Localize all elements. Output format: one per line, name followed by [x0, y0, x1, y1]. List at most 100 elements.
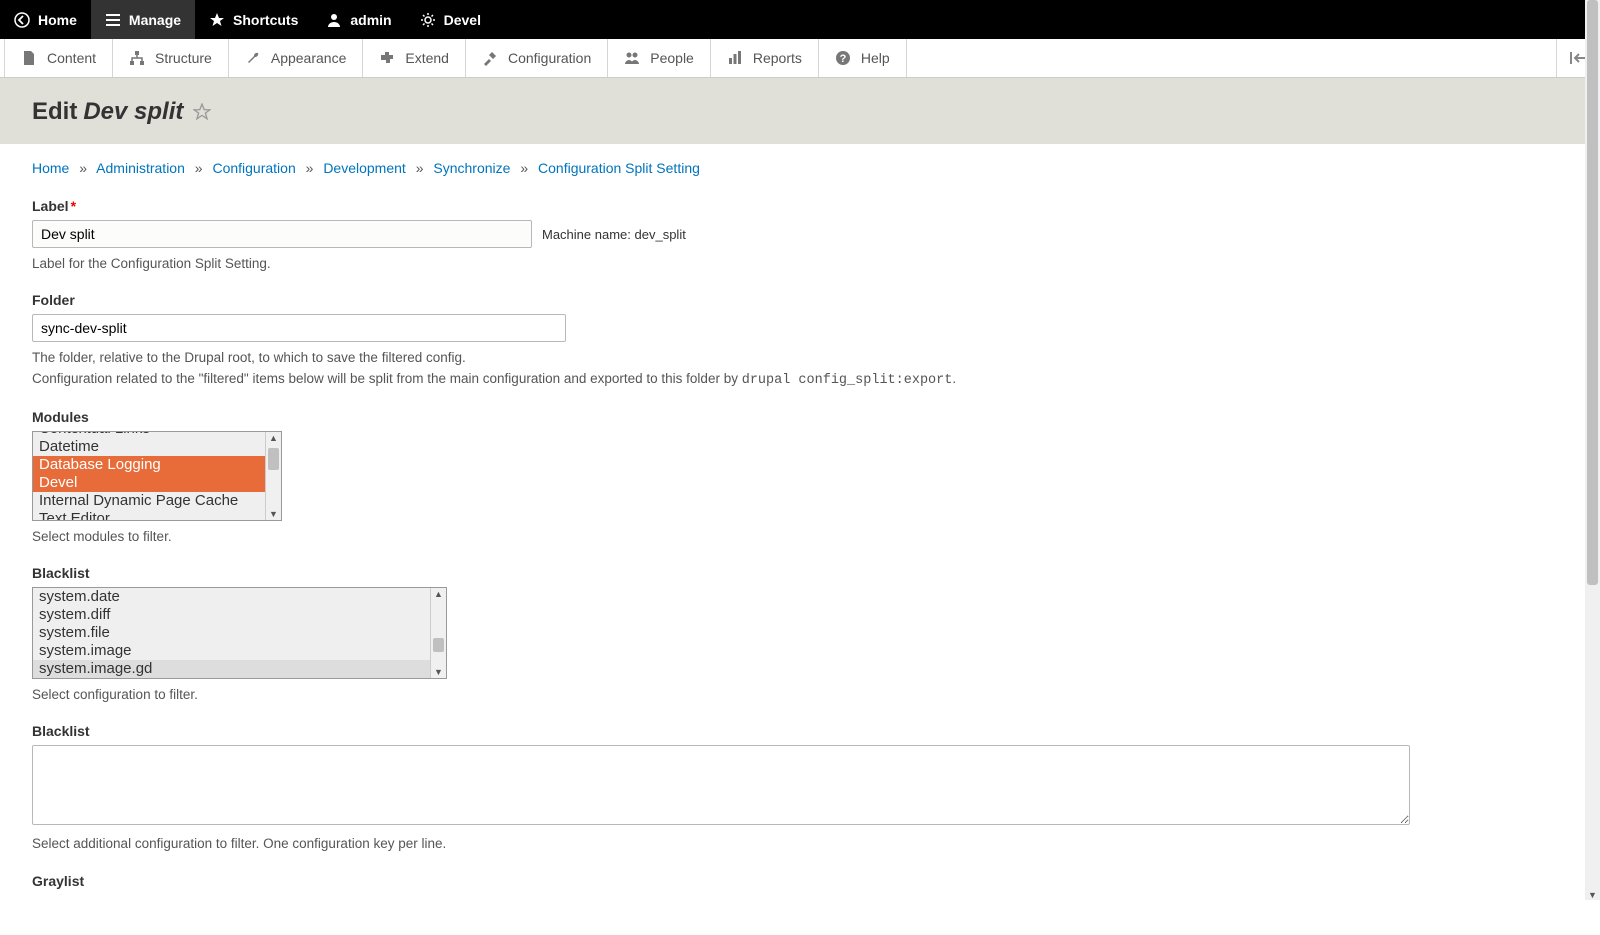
gear-icon	[420, 12, 436, 28]
blacklist-option[interactable]: system.date	[33, 588, 430, 606]
toolbar-manage-label: Manage	[129, 12, 181, 28]
folder-label: Folder	[32, 292, 1568, 308]
page-scroll-down-icon[interactable]: ▼	[1585, 890, 1600, 900]
folder-desc2a: Configuration related to the "filtered" …	[32, 371, 742, 386]
tab-appearance-label: Appearance	[271, 50, 347, 66]
blacklist-scrollbar[interactable]: ▲ ▼	[430, 588, 446, 678]
folder-desc-line2: Configuration related to the "filtered" …	[32, 369, 1568, 391]
modules-select[interactable]: Contextual Links Datetime Database Loggi…	[32, 431, 282, 521]
form-item-blacklist-text: Blacklist Select additional configuratio…	[32, 723, 1568, 854]
form-item-blacklist-select: Blacklist system.date system.diff system…	[32, 565, 1568, 705]
blacklist-option[interactable]: system.image	[33, 642, 430, 660]
breadcrumb-development[interactable]: Development	[323, 160, 406, 176]
page-title-name: Dev split	[83, 98, 183, 126]
toolbar-devel[interactable]: Devel	[406, 0, 495, 39]
bars-icon	[727, 50, 743, 66]
breadcrumb-sep: »	[520, 160, 528, 176]
tab-help[interactable]: ? Help	[819, 39, 907, 77]
svg-text:?: ?	[840, 53, 847, 65]
user-icon	[326, 12, 342, 28]
toolbar-spacer	[907, 39, 1556, 77]
toolbar-home[interactable]: Home	[0, 0, 91, 39]
tab-structure[interactable]: Structure	[113, 39, 229, 77]
module-option[interactable]: Text Editor	[33, 510, 265, 520]
label-input[interactable]	[32, 220, 532, 248]
tab-configuration-label: Configuration	[508, 50, 591, 66]
page-scrollbar[interactable]: ▼	[1585, 0, 1600, 900]
favorite-star-icon[interactable]	[193, 103, 211, 121]
blacklist-textarea[interactable]	[32, 745, 1410, 825]
tab-people[interactable]: People	[608, 39, 711, 77]
module-option-selected[interactable]: Database Logging	[33, 456, 265, 474]
required-marker: *	[71, 198, 76, 214]
breadcrumb: Home » Administration » Configuration » …	[32, 160, 1568, 176]
folder-description: The folder, relative to the Drupal root,…	[32, 348, 1568, 391]
module-option[interactable]: Datetime	[33, 438, 265, 456]
tab-help-label: Help	[861, 50, 890, 66]
page-title: Edit Dev split	[32, 98, 211, 126]
breadcrumb-administration[interactable]: Administration	[96, 160, 185, 176]
breadcrumb-synchronize[interactable]: Synchronize	[433, 160, 510, 176]
tab-extend[interactable]: Extend	[363, 39, 466, 77]
modules-label: Modules	[32, 409, 1568, 425]
tab-extend-label: Extend	[405, 50, 449, 66]
modules-scrollbar[interactable]: ▲ ▼	[265, 432, 281, 520]
breadcrumb-sep: »	[416, 160, 424, 176]
module-option-selected[interactable]: Devel	[33, 474, 265, 492]
toolbar-shortcuts-label: Shortcuts	[233, 12, 298, 28]
tab-structure-label: Structure	[155, 50, 212, 66]
scroll-thumb[interactable]	[433, 638, 444, 652]
machine-name-label: Machine name:	[542, 227, 631, 242]
page-scroll-thumb[interactable]	[1587, 0, 1598, 585]
form-item-graylist: Graylist	[32, 873, 1568, 889]
breadcrumb-configuration[interactable]: Configuration	[212, 160, 295, 176]
tab-content-label: Content	[47, 50, 96, 66]
folder-input[interactable]	[32, 314, 566, 342]
hierarchy-icon	[129, 50, 145, 66]
blacklist-option[interactable]: system.diff	[33, 606, 430, 624]
content-region: Home » Administration » Configuration » …	[0, 144, 1600, 935]
blacklist-select[interactable]: system.date system.diff system.file syst…	[32, 587, 447, 679]
toolbar-admin[interactable]: admin	[312, 0, 405, 39]
breadcrumb-home[interactable]: Home	[32, 160, 69, 176]
people-icon	[624, 50, 640, 66]
scroll-up-icon[interactable]: ▲	[266, 432, 281, 444]
machine-name: Machine name: dev_split	[542, 227, 686, 242]
document-icon	[21, 50, 37, 66]
toolbar-shortcuts[interactable]: Shortcuts	[195, 0, 312, 39]
scroll-thumb[interactable]	[268, 448, 279, 470]
scroll-down-icon[interactable]: ▼	[431, 666, 446, 678]
toolbar-admin-label: admin	[350, 12, 391, 28]
breadcrumb-sep: »	[195, 160, 203, 176]
tab-appearance[interactable]: Appearance	[229, 39, 364, 77]
blacklist-option[interactable]: system.image.gd	[33, 660, 430, 678]
tab-configuration[interactable]: Configuration	[466, 39, 608, 77]
folder-desc-line1: The folder, relative to the Drupal root,…	[32, 348, 1568, 368]
module-option[interactable]: Internal Dynamic Page Cache	[33, 492, 265, 510]
hamburger-icon	[105, 12, 121, 28]
blacklist-text-description: Select additional configuration to filte…	[32, 834, 1568, 854]
tab-reports[interactable]: Reports	[711, 39, 819, 77]
page-header: Edit Dev split	[0, 78, 1600, 144]
back-icon	[14, 12, 30, 28]
tab-reports-label: Reports	[753, 50, 802, 66]
label-label-text: Label	[32, 198, 69, 214]
form-item-modules: Modules Contextual Links Datetime Databa…	[32, 409, 1568, 547]
admin-toolbar-top: Home Manage Shortcuts admin Devel	[0, 0, 1600, 39]
puzzle-icon	[379, 50, 395, 66]
blacklist-option[interactable]: system.file	[33, 624, 430, 642]
tab-content[interactable]: Content	[4, 39, 113, 77]
breadcrumb-sep: »	[79, 160, 87, 176]
breadcrumb-config-split[interactable]: Configuration Split Setting	[538, 160, 700, 176]
scroll-up-icon[interactable]: ▲	[431, 588, 446, 600]
machine-name-value: dev_split	[635, 227, 686, 242]
label-label: Label*	[32, 198, 1568, 214]
star-icon	[209, 12, 225, 28]
wrench-icon	[245, 50, 261, 66]
blacklist-label: Blacklist	[32, 565, 1568, 581]
folder-desc2-code: drupal config_split:export	[742, 373, 953, 388]
toolbar-manage[interactable]: Manage	[91, 0, 195, 39]
help-icon: ?	[835, 50, 851, 66]
blacklist-text-label: Blacklist	[32, 723, 1568, 739]
scroll-down-icon[interactable]: ▼	[266, 508, 281, 520]
